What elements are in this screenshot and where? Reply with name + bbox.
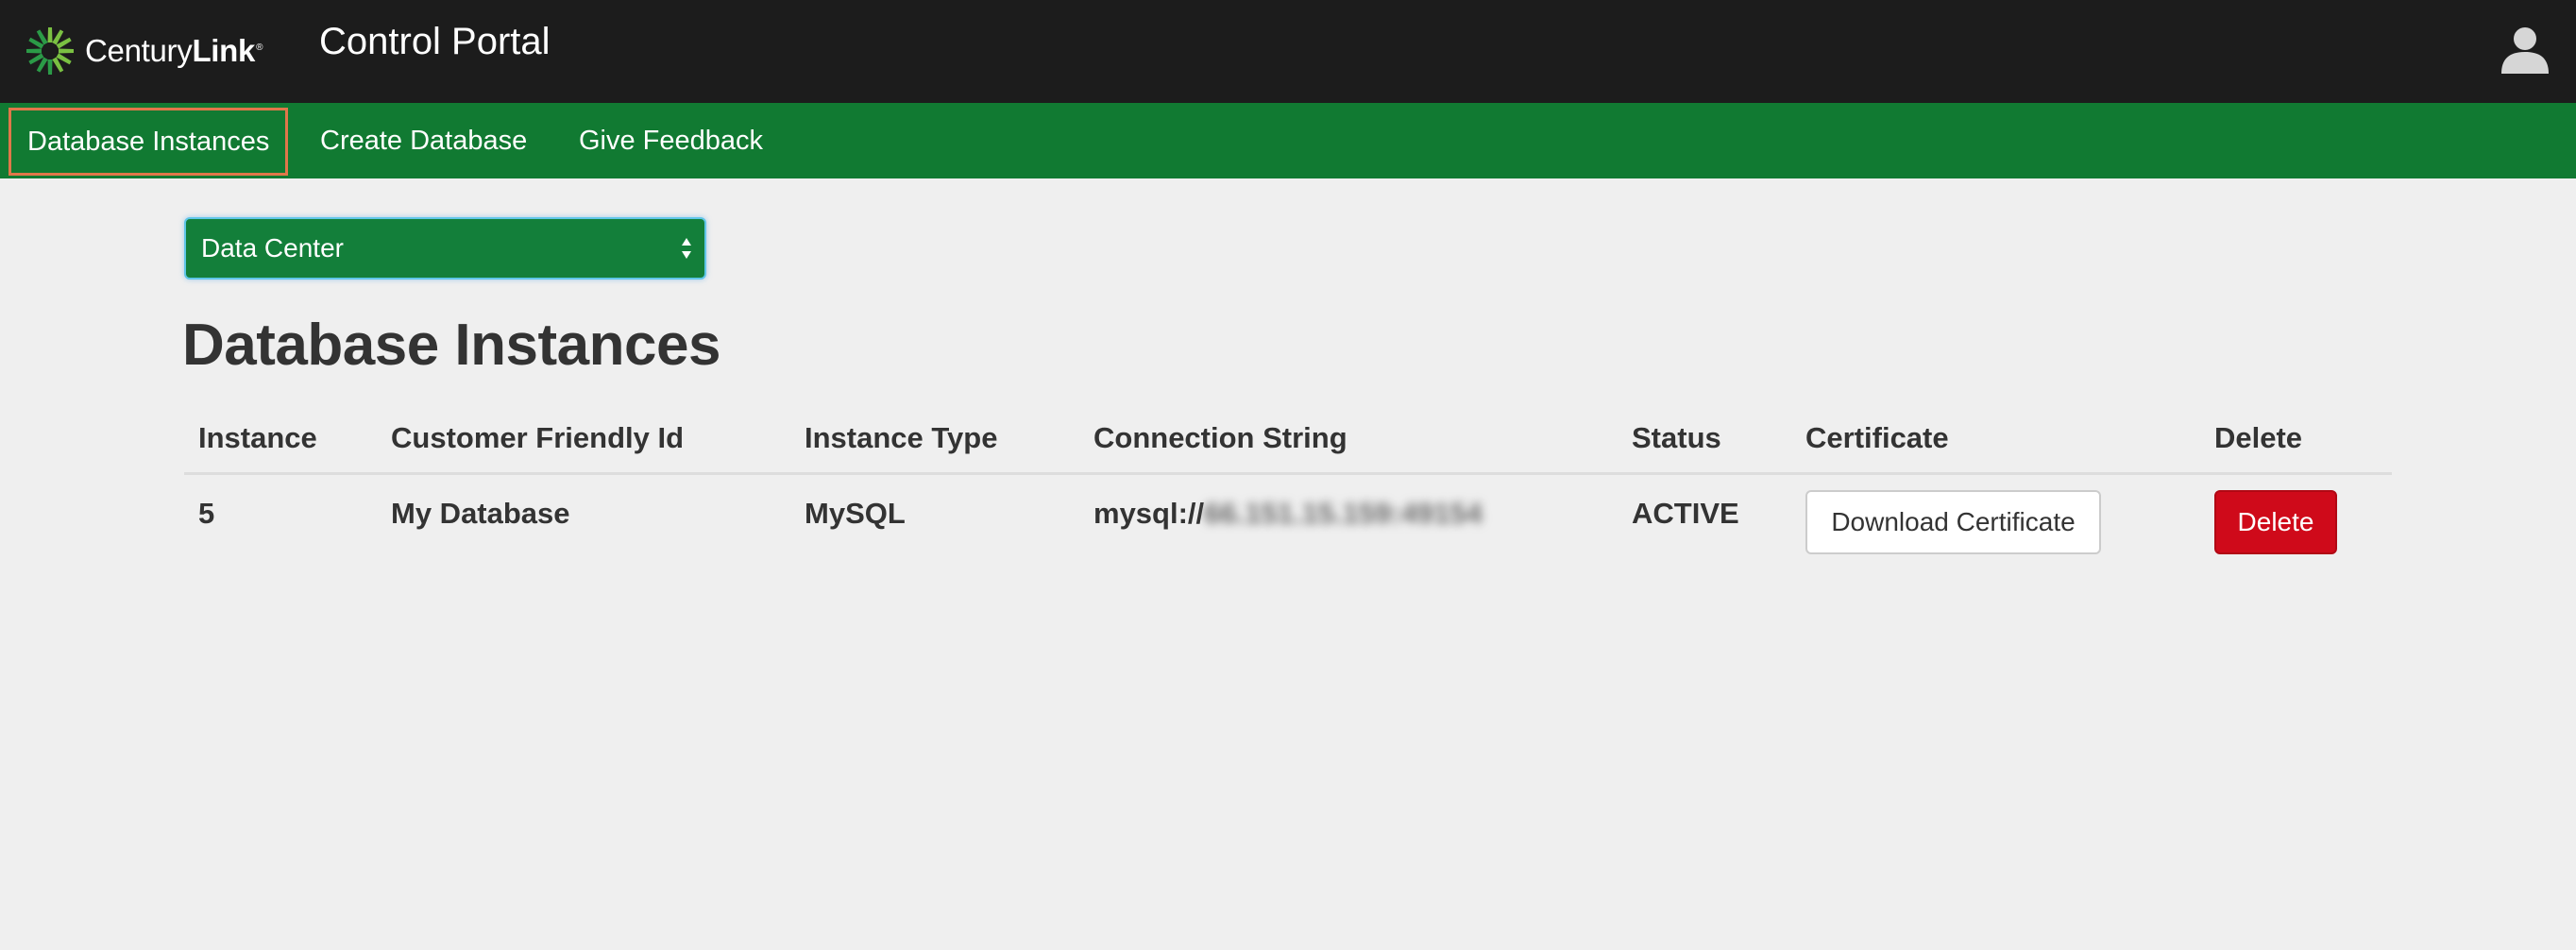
data-center-select[interactable]: Data Center (184, 217, 706, 280)
user-icon[interactable] (2499, 23, 2551, 76)
column-header-connection-string: Connection String (1093, 421, 1347, 454)
select-arrows-icon (682, 238, 691, 259)
portal-title: Control Portal (319, 21, 551, 62)
column-header-certificate: Certificate (1805, 421, 1949, 454)
cell-instance: 5 (198, 497, 215, 530)
nav-give-feedback[interactable]: Give Feedback (579, 103, 763, 178)
column-header-delete: Delete (2214, 421, 2303, 454)
brand-light: Century (85, 33, 193, 68)
brand-bold: Link (192, 33, 256, 68)
nav-database-instances[interactable]: Database Instances (8, 108, 289, 176)
cell-friendly-id: My Database (391, 497, 570, 530)
column-header-instance: Instance (198, 421, 317, 454)
centurylink-logo[interactable]: CenturyLink® (25, 23, 263, 79)
column-header-status: Status (1632, 421, 1721, 454)
brand-registered-mark: ® (256, 42, 263, 53)
cell-status: ACTIVE (1632, 497, 1739, 530)
nav-create-database[interactable]: Create Database (320, 103, 527, 178)
cell-connection-string: mysql://66.151.15.159:49154 (1093, 497, 1483, 531)
column-header-instance-type: Instance Type (805, 421, 998, 454)
column-header-friendly-id: Customer Friendly Id (391, 421, 685, 454)
page-title: Database Instances (182, 313, 720, 378)
cell-instance-type: MySQL (805, 497, 906, 530)
data-center-select-value: Data Center (201, 233, 344, 263)
brand-name: CenturyLink® (85, 33, 263, 69)
delete-button[interactable]: Delete (2214, 490, 2337, 554)
table-header-divider (184, 472, 2392, 475)
connection-host-redacted: 66.151.15.159:49154 (1204, 497, 1483, 530)
main-nav: Database Instances Create Database Give … (0, 103, 2576, 178)
connection-protocol: mysql:// (1093, 497, 1205, 530)
logo-icon (26, 27, 74, 75)
download-certificate-button[interactable]: Download Certificate (1805, 490, 2101, 554)
top-header: CenturyLink® Control Portal (0, 0, 2576, 103)
